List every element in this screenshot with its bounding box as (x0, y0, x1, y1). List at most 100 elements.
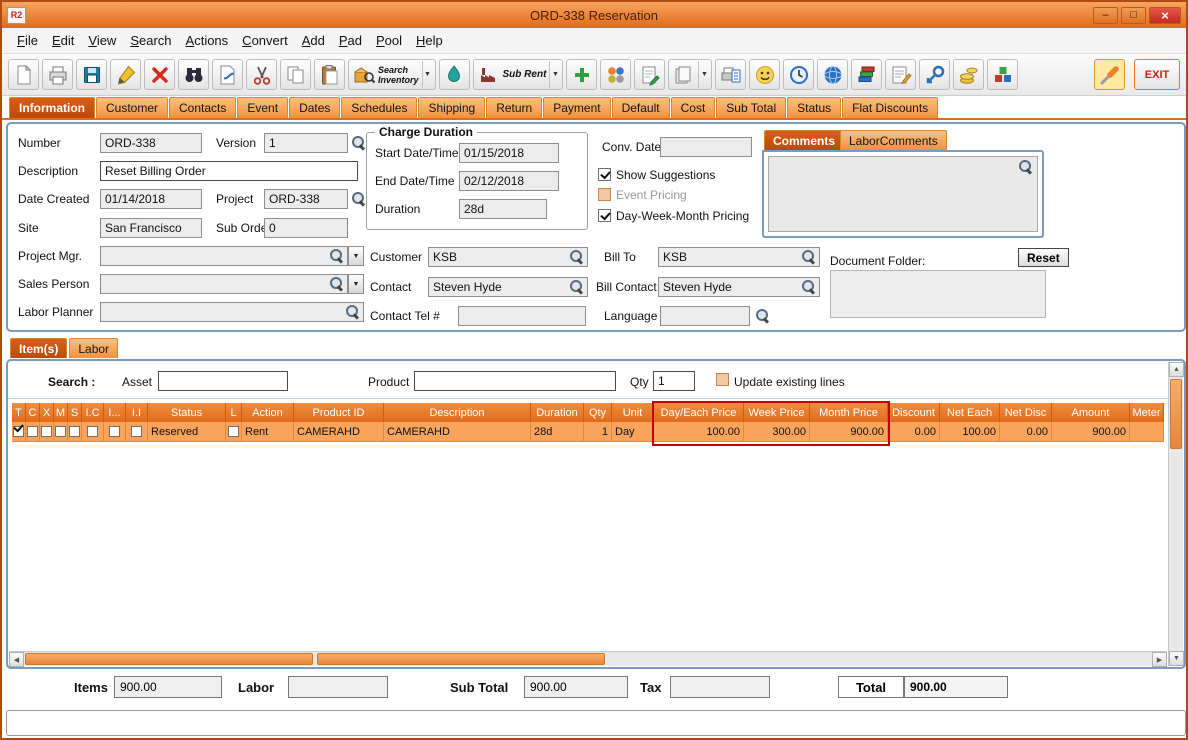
row-product-id-cell[interactable]: CAMERAHD (294, 422, 384, 442)
col-c[interactable]: C (26, 403, 40, 422)
items-total-field[interactable]: 900.00 (114, 676, 222, 698)
sales-person-search-icon[interactable] (330, 277, 343, 290)
version-field[interactable]: 1 (264, 133, 348, 153)
row-i2-checkbox[interactable] (109, 426, 120, 437)
tab-status[interactable]: Status (787, 97, 842, 118)
sales-person-field[interactable] (100, 274, 348, 294)
col-ic[interactable]: I.C (82, 403, 104, 422)
minimize-button[interactable]: – (1093, 6, 1118, 24)
col-description[interactable]: Description (384, 403, 531, 422)
tab-items[interactable]: Item(s) (10, 338, 68, 358)
col-t[interactable]: T (12, 403, 26, 422)
col-day-each-price[interactable]: Day/Each Price (654, 403, 744, 422)
asset-input[interactable] (158, 371, 288, 391)
add-line-button[interactable] (566, 59, 598, 90)
row-s-checkbox[interactable] (69, 426, 80, 437)
row-meter-cell[interactable] (1130, 422, 1164, 442)
bill-to-field[interactable]: KSB (658, 247, 820, 267)
col-ii[interactable]: I.I (126, 403, 148, 422)
row-unit-cell[interactable]: Day (612, 422, 654, 442)
copy-button[interactable] (280, 59, 311, 90)
col-duration[interactable]: Duration (531, 403, 584, 422)
exit-button[interactable]: EXIT (1134, 59, 1180, 90)
number-field[interactable]: ORD-338 (100, 133, 202, 153)
smiley-button[interactable] (749, 59, 781, 90)
reset-button[interactable]: Reset (1018, 248, 1069, 267)
row-t-checkbox[interactable] (13, 426, 24, 437)
tab-information[interactable]: Information (9, 97, 95, 118)
row-c-cell[interactable] (26, 422, 40, 442)
scroll-left-button[interactable]: ◀ (9, 652, 24, 667)
customer-search-icon[interactable] (570, 250, 583, 263)
project-mgr-search-icon[interactable] (330, 249, 343, 262)
col-product-id[interactable]: Product ID (294, 403, 384, 422)
paste-button[interactable] (314, 59, 345, 90)
row-m-cell[interactable] (54, 422, 68, 442)
sub-rent-dropdown-icon[interactable]: ▼ (549, 61, 560, 88)
scroll-down-button[interactable]: ▼ (1169, 651, 1184, 666)
duration-field[interactable]: 28d (459, 199, 547, 219)
form-edit-button[interactable] (885, 59, 917, 90)
col-week-price[interactable]: Week Price (744, 403, 810, 422)
row-s-cell[interactable] (68, 422, 82, 442)
col-net-each[interactable]: Net Each (940, 403, 1000, 422)
tab-comments[interactable]: Comments (764, 130, 845, 150)
version-search-icon[interactable] (352, 136, 365, 149)
tab-sub-total[interactable]: Sub Total (716, 97, 787, 118)
bill-contact-field[interactable]: Steven Hyde (658, 277, 820, 297)
col-m[interactable]: M (54, 403, 68, 422)
conv-date-field[interactable] (660, 137, 752, 157)
table-row[interactable]: Reserved Rent CAMERAHD CAMERAHD 28d 1 Da… (12, 422, 1166, 442)
scroll-up-button[interactable]: ▲ (1169, 362, 1184, 377)
search-inventory-dropdown-icon[interactable]: ▼ (421, 61, 433, 88)
save-button[interactable] (76, 59, 107, 90)
vertical-scroll-thumb[interactable] (1170, 379, 1182, 449)
col-discount[interactable]: Discount (888, 403, 940, 422)
bill-to-search-icon[interactable] (802, 250, 815, 263)
event-pricing-checkbox[interactable] (598, 188, 611, 201)
labor-total-field[interactable] (288, 676, 388, 698)
sub-orders-field[interactable]: 0 (264, 218, 348, 238)
row-ic-cell[interactable] (82, 422, 104, 442)
tab-cost[interactable]: Cost (670, 97, 716, 118)
customer-field[interactable]: KSB (428, 247, 588, 267)
vertical-scrollbar[interactable]: ▲ ▼ (1168, 362, 1184, 666)
col-qty[interactable]: Qty (584, 403, 612, 422)
row-x-checkbox[interactable] (41, 426, 52, 437)
col-month-price[interactable]: Month Price (810, 403, 888, 422)
menu-search[interactable]: Search (123, 30, 178, 51)
new-document-button[interactable] (8, 59, 39, 90)
menu-file[interactable]: File (10, 30, 45, 51)
row-month-price-cell[interactable]: 900.00 (810, 422, 888, 442)
tab-default[interactable]: Default (611, 97, 670, 118)
row-net-each-cell[interactable]: 100.00 (940, 422, 1000, 442)
tools-button[interactable] (1094, 59, 1125, 90)
comments-search-icon[interactable] (1019, 160, 1032, 173)
delete-button[interactable] (144, 59, 175, 90)
row-amount-cell[interactable]: 900.00 (1052, 422, 1130, 442)
language-field[interactable] (660, 306, 750, 326)
col-x[interactable]: X (40, 403, 54, 422)
row-l-cell[interactable] (226, 422, 242, 442)
horizontal-scroll-thumb-right[interactable] (317, 653, 605, 665)
row-l-checkbox[interactable] (228, 426, 239, 437)
description-field[interactable]: Reset Billing Order (100, 161, 358, 181)
col-s[interactable]: S (68, 403, 82, 422)
row-qty-cell[interactable]: 1 (584, 422, 612, 442)
pad-button[interactable]: ▼ (668, 59, 713, 90)
product-input[interactable] (414, 371, 616, 391)
tab-event[interactable]: Event (237, 97, 289, 118)
tax-field[interactable] (670, 676, 770, 698)
sub-total-field[interactable]: 900.00 (524, 676, 628, 698)
row-x-cell[interactable] (40, 422, 54, 442)
date-created-field[interactable]: 01/14/2018 (100, 189, 202, 209)
menu-add[interactable]: Add (295, 30, 332, 51)
project-mgr-dropdown[interactable]: ▼ (348, 246, 364, 266)
menu-edit[interactable]: Edit (45, 30, 81, 51)
menu-help[interactable]: Help (409, 30, 450, 51)
labor-planner-search-icon[interactable] (346, 305, 359, 318)
day-week-month-checkbox[interactable] (598, 209, 611, 222)
labor-planner-field[interactable] (100, 302, 364, 322)
menu-actions[interactable]: Actions (179, 30, 236, 51)
row-ii-cell[interactable] (126, 422, 148, 442)
